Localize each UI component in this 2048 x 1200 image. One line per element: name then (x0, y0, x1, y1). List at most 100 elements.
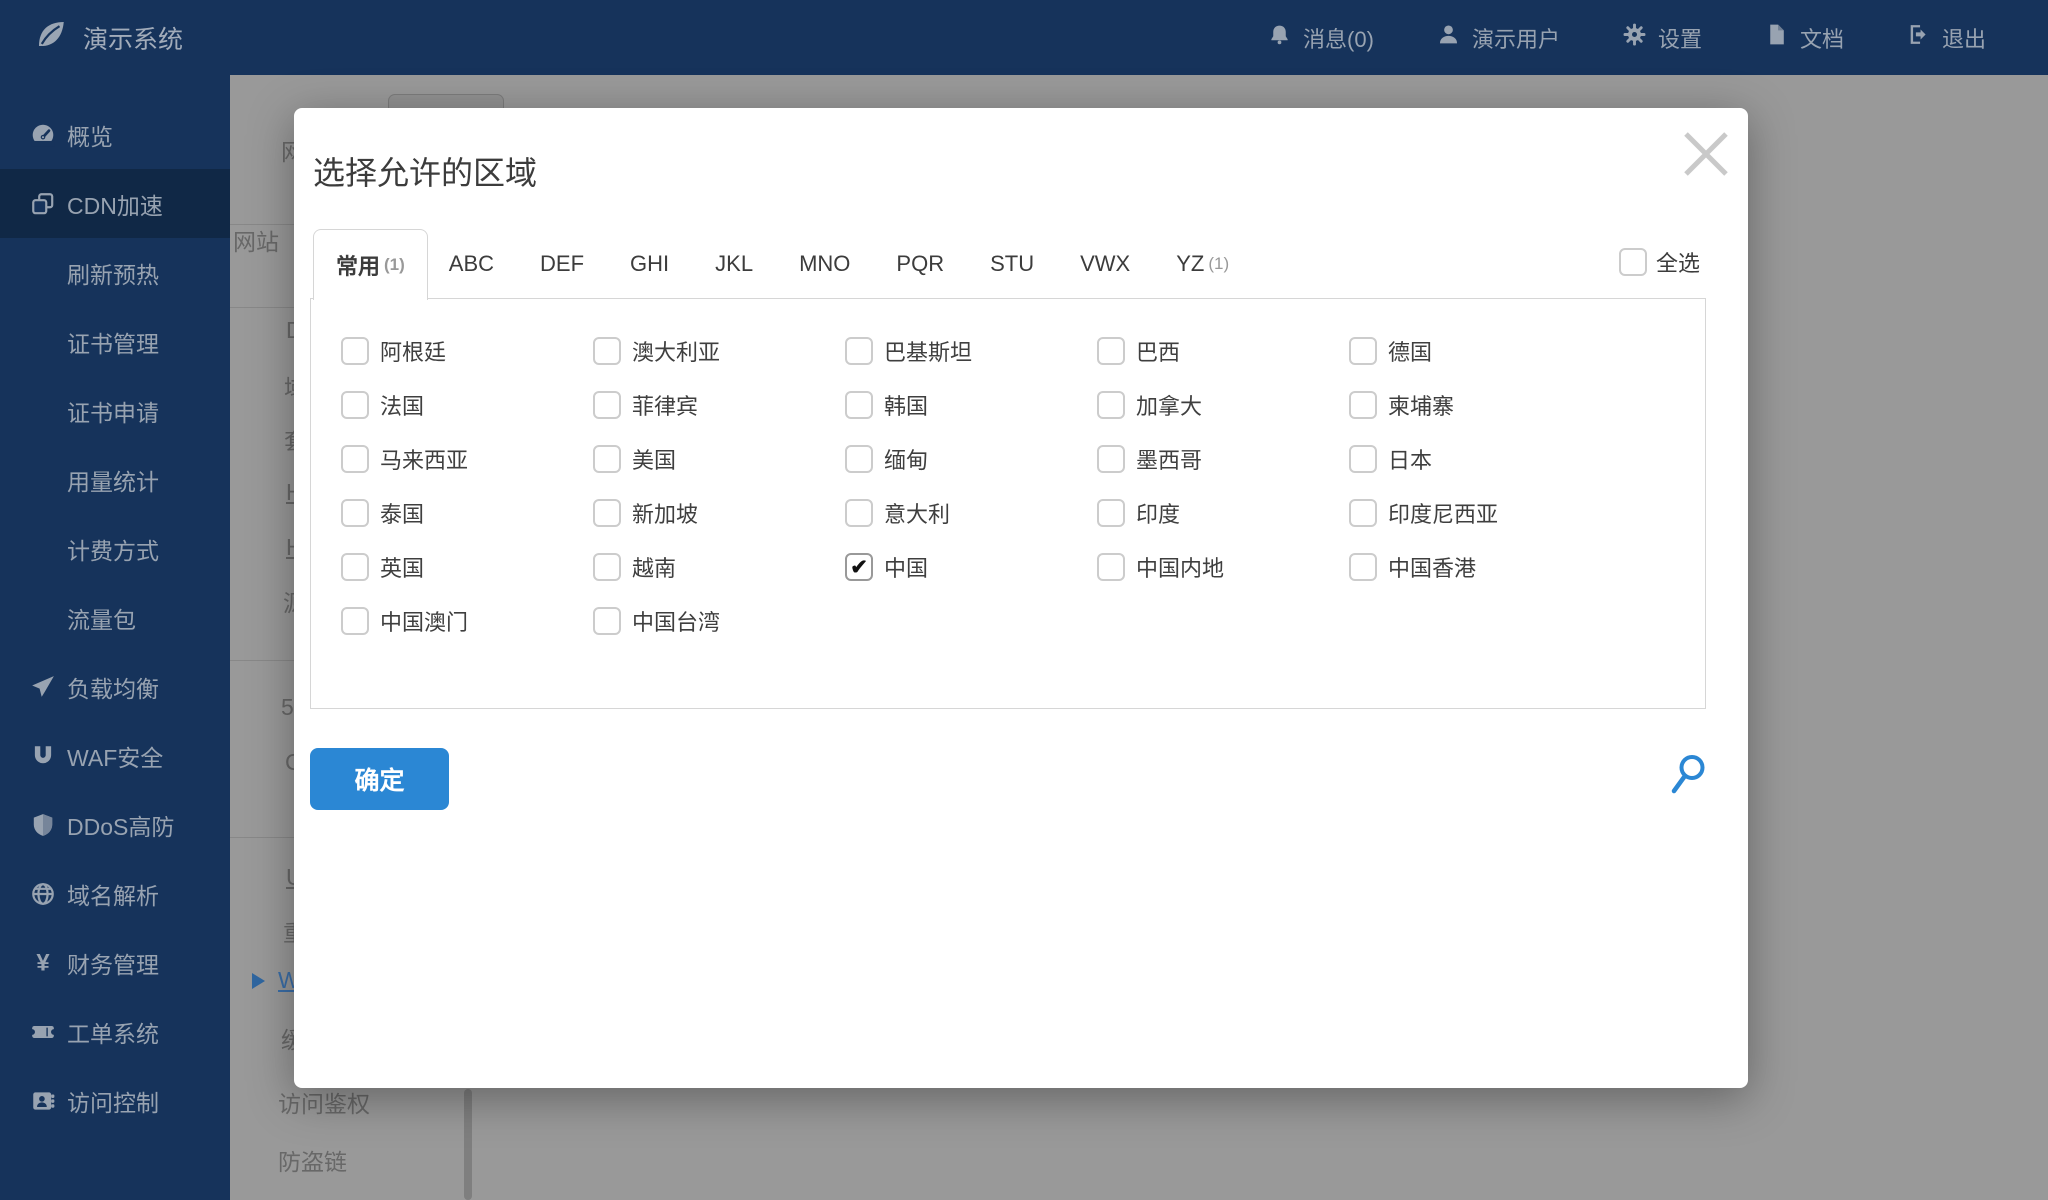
background-scrollbar[interactable] (464, 1089, 472, 1200)
region-checkbox[interactable] (1097, 337, 1125, 365)
region-label: 巴基斯坦 (884, 340, 973, 365)
tab-label: DEF (540, 251, 585, 276)
region-item-14[interactable]: 日本 (1349, 432, 1601, 486)
region-checkbox[interactable] (1349, 499, 1377, 527)
region-item-0[interactable]: 阿根廷 (341, 324, 593, 378)
region-checkbox[interactable] (341, 499, 369, 527)
region-checkbox[interactable] (1349, 337, 1377, 365)
sidebar-item-6[interactable]: 计费方式 (0, 514, 230, 583)
region-checkbox[interactable] (341, 337, 369, 365)
region-checkbox[interactable] (1349, 445, 1377, 473)
nav-item-0[interactable]: 消息(0) (1267, 22, 1374, 54)
search-icon[interactable] (1669, 754, 1707, 796)
region-item-12[interactable]: 缅甸 (845, 432, 1097, 486)
sidebar-item-14[interactable]: 访问控制 (0, 1066, 230, 1135)
background-text-fragment: 5 (281, 694, 294, 720)
sidebar-item-1[interactable]: CDN加速 (0, 169, 230, 238)
region-item-13[interactable]: 墨西哥 (1097, 432, 1349, 486)
tab-常用[interactable]: 常用 (1) (313, 228, 428, 300)
region-item-16[interactable]: 新加坡 (593, 486, 845, 540)
tab-JKL[interactable]: JKL (694, 251, 778, 277)
sidebar-item-7[interactable]: 流量包 (0, 583, 230, 652)
sidebar-item-5[interactable]: 用量统计 (0, 445, 230, 514)
sidebar-item-label: 概览 (67, 123, 113, 150)
select-all-checkbox[interactable] (1618, 248, 1647, 276)
region-checkbox[interactable] (341, 445, 369, 473)
region-item-4[interactable]: 德国 (1349, 324, 1601, 378)
region-item-1[interactable]: 澳大利亚 (593, 324, 845, 378)
region-checkbox[interactable] (1349, 391, 1377, 419)
tab-count: (1) (1208, 254, 1230, 273)
region-item-17[interactable]: 意大利 (845, 486, 1097, 540)
sidebar-item-13[interactable]: 工单系统 (0, 997, 230, 1066)
region-checkbox[interactable] (593, 499, 621, 527)
select-all[interactable]: 全选 (1618, 246, 1700, 278)
region-item-18[interactable]: 印度 (1097, 486, 1349, 540)
region-item-10[interactable]: 马来西亚 (341, 432, 593, 486)
region-item-19[interactable]: 印度尼西亚 (1349, 486, 1601, 540)
region-checkbox[interactable] (1349, 553, 1377, 581)
region-item-9[interactable]: 柬埔寨 (1349, 378, 1601, 432)
region-checkbox[interactable] (593, 445, 621, 473)
region-item-22[interactable]: ✔ 中国 (845, 540, 1097, 594)
region-checkbox[interactable] (1097, 445, 1125, 473)
region-checkbox[interactable] (1097, 499, 1125, 527)
brand[interactable]: 演示系统 (0, 17, 183, 58)
tab-MNO[interactable]: MNO (778, 251, 875, 277)
region-item-21[interactable]: 越南 (593, 540, 845, 594)
tab-VWX[interactable]: VWX (1059, 251, 1155, 277)
sidebar-item-10[interactable]: DDoS高防 (0, 790, 230, 859)
region-checkbox[interactable] (593, 607, 621, 635)
region-checkbox[interactable] (845, 499, 873, 527)
region-checkbox[interactable]: ✔ (845, 553, 873, 581)
sidebar-item-3[interactable]: 证书管理 (0, 307, 230, 376)
sidebar-item-0[interactable]: 概览 (0, 100, 230, 169)
close-icon[interactable] (1680, 128, 1732, 180)
region-checkbox[interactable] (1097, 553, 1125, 581)
logout-icon (1906, 22, 1931, 53)
tab-YZ[interactable]: YZ (1) (1155, 251, 1250, 277)
region-item-2[interactable]: 巴基斯坦 (845, 324, 1097, 378)
region-item-3[interactable]: 巴西 (1097, 324, 1349, 378)
region-item-11[interactable]: 美国 (593, 432, 845, 486)
sidebar-item-12[interactable]: ¥ 财务管理 (0, 928, 230, 997)
region-checkbox[interactable] (341, 607, 369, 635)
sidebar-item-label: 负载均衡 (67, 675, 159, 702)
region-checkbox[interactable] (845, 445, 873, 473)
region-item-20[interactable]: 英国 (341, 540, 593, 594)
region-item-8[interactable]: 加拿大 (1097, 378, 1349, 432)
region-item-7[interactable]: 韩国 (845, 378, 1097, 432)
region-item-15[interactable]: 泰国 (341, 486, 593, 540)
gear-icon (1622, 22, 1647, 53)
region-checkbox[interactable] (593, 337, 621, 365)
sidebar-item-9[interactable]: WAF安全 (0, 721, 230, 790)
region-item-5[interactable]: 法国 (341, 378, 593, 432)
region-item-23[interactable]: 中国内地 (1097, 540, 1349, 594)
region-checkbox[interactable] (845, 391, 873, 419)
region-item-6[interactable]: 菲律宾 (593, 378, 845, 432)
region-item-26[interactable]: 中国台湾 (593, 594, 845, 648)
tab-GHI[interactable]: GHI (609, 251, 694, 277)
tab-STU[interactable]: STU (969, 251, 1059, 277)
nav-item-4[interactable]: 退出 (1906, 22, 1986, 54)
nav-item-2[interactable]: 设置 (1622, 22, 1702, 54)
region-item-24[interactable]: 中国香港 (1349, 540, 1601, 594)
region-item-25[interactable]: 中国澳门 (341, 594, 593, 648)
region-checkbox[interactable] (593, 553, 621, 581)
sidebar-item-2[interactable]: 刷新预热 (0, 238, 230, 307)
nav-item-3[interactable]: 文档 (1764, 22, 1844, 54)
tab-ABC[interactable]: ABC (428, 251, 519, 277)
region-checkbox[interactable] (845, 337, 873, 365)
sidebar-item-4[interactable]: 证书申请 (0, 376, 230, 445)
region-checkbox[interactable] (341, 553, 369, 581)
region-checkbox[interactable] (593, 391, 621, 419)
sidebar-item-11[interactable]: 域名解析 (0, 859, 230, 928)
confirm-button[interactable]: 确定 (310, 748, 449, 810)
region-checkbox[interactable] (1097, 391, 1125, 419)
region-checkbox[interactable] (341, 391, 369, 419)
sidebar-item-8[interactable]: 负载均衡 (0, 652, 230, 721)
nav-item-1[interactable]: 演示用户 (1436, 22, 1560, 54)
tab-label: YZ (1176, 251, 1205, 276)
tab-DEF[interactable]: DEF (519, 251, 609, 277)
tab-PQR[interactable]: PQR (875, 251, 969, 277)
